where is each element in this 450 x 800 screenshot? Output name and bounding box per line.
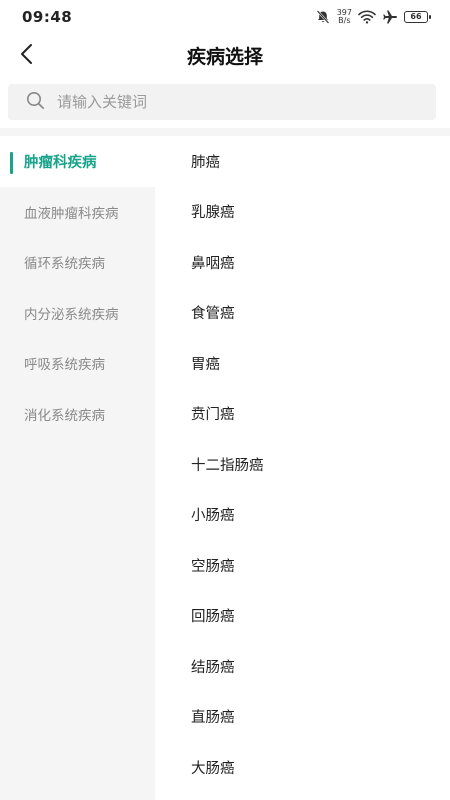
disease-item[interactable]: 空肠癌 — [155, 540, 450, 591]
disease-item[interactable]: 结肠癌 — [155, 641, 450, 692]
net-speed-unit: B/s — [338, 16, 351, 25]
status-icons: 397 B/s 66 — [315, 6, 431, 28]
airplane-icon — [382, 9, 398, 25]
disease-item[interactable]: 直肠癌 — [155, 692, 450, 743]
category-sidebar: 肿瘤科疾病 血液肿瘤科疾病 循环系统疾病 内分泌系统疾病 呼吸系统疾病 消化系统… — [0, 136, 155, 800]
category-label: 循环系统疾病 — [24, 256, 105, 273]
nav-bar: 疾病选择 — [0, 34, 450, 78]
category-label: 肿瘤科疾病 — [24, 154, 97, 171]
category-item-oncology[interactable]: 肿瘤科疾病 — [0, 136, 155, 187]
status-bar: 09:48 397 B/s 66 — [0, 0, 450, 34]
disease-item[interactable]: 肺癌 — [155, 136, 450, 187]
disease-item[interactable]: 回肠癌 — [155, 591, 450, 642]
category-label: 血液肿瘤科疾病 — [24, 205, 119, 222]
battery-icon: 66 — [404, 11, 431, 23]
disease-item[interactable]: 鼻咽癌 — [155, 237, 450, 288]
category-item-endocrine[interactable]: 内分泌系统疾病 — [0, 288, 155, 339]
search-box[interactable] — [8, 84, 436, 120]
wifi-icon — [358, 10, 376, 24]
disease-item[interactable]: 胃癌 — [155, 338, 450, 389]
category-label: 内分泌系统疾病 — [24, 306, 119, 323]
disease-item[interactable]: 十二指肠癌 — [155, 439, 450, 490]
category-label: 消化系统疾病 — [24, 407, 105, 424]
battery-level: 66 — [410, 12, 422, 21]
disease-item[interactable]: 食管癌 — [155, 288, 450, 339]
category-item-respiratory[interactable]: 呼吸系统疾病 — [0, 338, 155, 389]
status-time: 09:48 — [22, 8, 73, 26]
category-label: 呼吸系统疾病 — [24, 357, 105, 374]
category-item-hematologic-oncology[interactable]: 血液肿瘤科疾病 — [0, 187, 155, 238]
page-title: 疾病选择 — [186, 46, 263, 68]
section-divider — [0, 128, 450, 136]
disease-item[interactable]: 小肠癌 — [155, 490, 450, 541]
bell-muted-icon — [315, 9, 331, 25]
disease-item[interactable]: 贲门癌 — [155, 389, 450, 440]
net-speed: 397 B/s — [337, 9, 352, 25]
disease-item[interactable]: 大肠癌 — [155, 742, 450, 793]
category-item-circulatory[interactable]: 循环系统疾病 — [0, 237, 155, 288]
disease-item[interactable]: 乳腺癌 — [155, 187, 450, 238]
category-item-digestive[interactable]: 消化系统疾病 — [0, 389, 155, 440]
search-input[interactable] — [57, 93, 397, 111]
search-icon — [26, 91, 45, 114]
disease-list: 肺癌 乳腺癌 鼻咽癌 食管癌 胃癌 贲门癌 十二指肠癌 小肠癌 空肠癌 回肠癌 … — [155, 136, 450, 800]
